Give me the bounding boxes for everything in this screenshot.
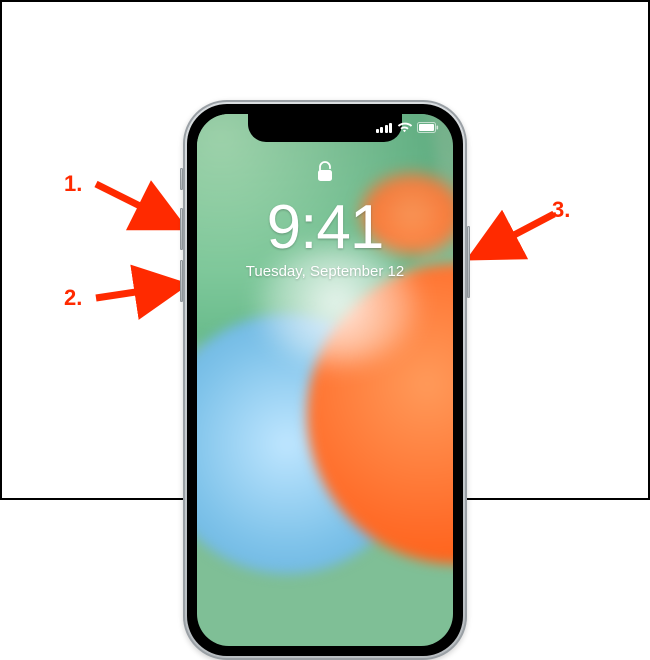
volume-up-button[interactable]	[180, 208, 183, 250]
callout-label-1: 1.	[64, 171, 82, 197]
diagram-stage: 1. 2. 3.	[2, 2, 648, 498]
phone-bezel: 9:41 Tuesday, September 12	[187, 104, 463, 656]
arrow-2	[90, 276, 190, 316]
arrow-3	[470, 202, 570, 272]
iphone-device: 9:41 Tuesday, September 12	[183, 100, 467, 660]
mute-switch[interactable]	[180, 168, 183, 190]
wifi-icon	[397, 122, 412, 133]
lock-time: 9:41	[267, 197, 384, 259]
volume-down-button[interactable]	[180, 260, 183, 302]
arrow-1	[90, 170, 190, 240]
status-bar	[376, 122, 440, 133]
lock-screen[interactable]: 9:41 Tuesday, September 12	[197, 114, 453, 646]
battery-icon	[417, 122, 439, 133]
callout-label-2: 2.	[64, 285, 82, 311]
lock-date: Tuesday, September 12	[246, 263, 404, 280]
cellular-signal-icon	[376, 123, 393, 133]
side-button[interactable]	[467, 226, 470, 298]
lock-icon	[316, 160, 334, 189]
lock-screen-content: 9:41 Tuesday, September 12	[197, 160, 453, 280]
